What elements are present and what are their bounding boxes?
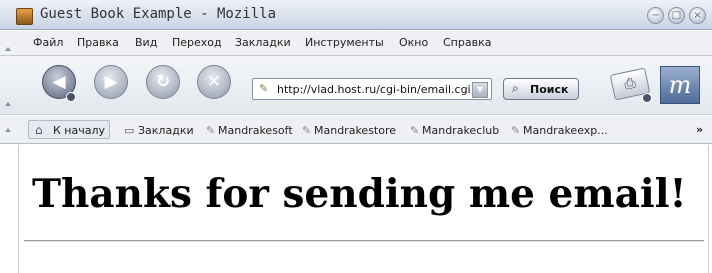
horizontal-rule <box>24 240 704 242</box>
menu-edit[interactable]: Правка <box>77 36 119 49</box>
menubar: Файл Правка Вид Переход Закладки Инструм… <box>0 31 712 56</box>
menu-view[interactable]: Вид <box>135 36 157 49</box>
window-titlebar: Guest Book Example - Mozilla − □ × <box>0 0 712 30</box>
window-title: Guest Book Example - Mozilla <box>40 6 277 22</box>
bookmark-icon: ✎ <box>410 124 420 137</box>
menu-tools[interactable]: Инструменты <box>305 36 384 49</box>
content-left-border <box>18 145 19 273</box>
page-heading: Thanks for sending me email! <box>32 171 687 217</box>
menu-file[interactable]: Файл <box>33 36 63 49</box>
bookmark-mandrakesoft[interactable]: Mandrakesoft <box>218 124 293 137</box>
page-proxy-icon[interactable]: ✎ <box>259 82 268 95</box>
bookmarks-overflow-chevron-icon[interactable]: » <box>696 123 703 136</box>
menubar-grip-icon[interactable] <box>5 47 11 51</box>
menu-help[interactable]: Справка <box>443 36 491 49</box>
navigation-toolbar: ◀ ▶ ↻ ✕ ✎ http://vlad.host.ru/cgi-bin/em… <box>0 56 712 115</box>
reload-button[interactable]: ↻ <box>146 65 180 99</box>
throbber-logo-icon[interactable]: m <box>660 66 700 104</box>
forward-button[interactable]: ▶ <box>94 65 128 99</box>
menu-bookmarks[interactable]: Закладки <box>235 36 291 49</box>
bookmarks-grip-icon[interactable] <box>5 128 11 132</box>
back-history-dropdown-icon[interactable] <box>66 92 76 102</box>
navbar-grip-icon[interactable] <box>5 102 11 106</box>
search-button[interactable]: ⌕ Поиск <box>503 78 579 100</box>
bookmark-icon: ✎ <box>511 124 521 137</box>
bookmark-mandrakeclub[interactable]: Mandrakeclub <box>422 124 499 137</box>
bookmark-mandrakeexpert[interactable]: Mandrakeexp... <box>523 124 608 137</box>
bookmarks-folder-icon: ▭ <box>124 124 135 137</box>
stop-button[interactable]: ✕ <box>197 65 231 99</box>
mozilla-app-icon[interactable] <box>16 8 33 25</box>
minimize-icon[interactable]: − <box>647 7 664 24</box>
bookmarks-toolbar: ⌂ К началу ▭ Закладки ✎ Mandrakesoft ✎ M… <box>0 116 712 144</box>
search-button-label: Поиск <box>530 83 569 96</box>
magnifier-icon: ⌕ <box>512 81 519 95</box>
bookmark-mandrakestore[interactable]: Mandrakestore <box>314 124 396 137</box>
menu-go[interactable]: Переход <box>172 36 222 49</box>
maximize-icon[interactable]: □ <box>668 7 685 24</box>
bookmark-icon: ✎ <box>302 124 312 137</box>
home-button-label: К началу <box>53 124 106 137</box>
print-dropdown-icon[interactable] <box>642 93 652 103</box>
page-content: Thanks for sending me email! <box>0 145 712 273</box>
home-button[interactable]: ⌂ К началу <box>28 120 110 139</box>
home-icon: ⌂ <box>35 123 43 137</box>
content-right-border <box>708 145 709 273</box>
url-dropdown-icon[interactable]: ▼ <box>472 82 488 98</box>
bookmark-icon: ✎ <box>206 124 216 137</box>
url-bar[interactable]: ✎ http://vlad.host.ru/cgi-bin/email.cgi … <box>252 78 492 100</box>
url-text[interactable]: http://vlad.host.ru/cgi-bin/email.cgi <box>277 83 471 96</box>
close-icon[interactable]: × <box>689 7 706 24</box>
bookmarks-folder-button[interactable]: Закладки <box>138 124 194 137</box>
menu-window[interactable]: Окно <box>399 36 428 49</box>
